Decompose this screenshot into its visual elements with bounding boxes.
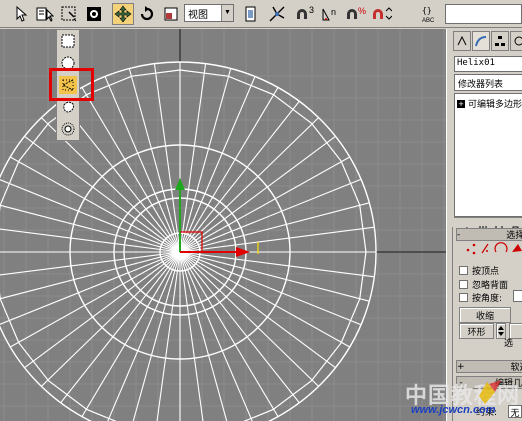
mesh-spoke [179, 87, 279, 253]
mesh-spoke [179, 251, 370, 302]
select-object-icon[interactable] [10, 3, 32, 25]
constraint-label: 约束: [476, 408, 498, 418]
rollout-expand-sign: + [457, 361, 465, 372]
stack-item-editable-poly[interactable]: + 可编辑多边形 [457, 97, 522, 110]
object-name-field[interactable]: Helix01 [454, 56, 522, 72]
by-vertex-checkbox[interactable]: 按顶点 [459, 264, 499, 277]
checkbox-box[interactable] [459, 266, 468, 275]
command-panel: Helix01 修改器列表 + 可编辑多边形 - 选择 [446, 29, 522, 421]
subobject-level-icons [465, 241, 522, 255]
mesh-spoke [0, 228, 181, 253]
pivot-icon[interactable] [240, 3, 262, 25]
mesh-spoke [179, 202, 370, 253]
snap-3d-icon[interactable]: 3 [294, 3, 316, 25]
reference-coordinate-dropdown[interactable]: 视图 ▼ [184, 4, 234, 22]
manipulate-icon[interactable] [266, 3, 288, 25]
stack-item-label: 可编辑多边形 [468, 100, 522, 110]
checkbox-label: 忽略背面 [472, 281, 509, 291]
edge-level-icon [481, 243, 489, 254]
shrink-button[interactable]: 收缩 [459, 307, 511, 323]
mesh-spoke [81, 87, 181, 253]
ring-button-label: 环形 [467, 327, 486, 338]
vertex-level-icon [466, 243, 476, 255]
scale-icon[interactable] [160, 3, 182, 25]
checkbox-box[interactable] [459, 280, 468, 289]
mesh-spoke [81, 251, 181, 417]
svg-text:ABC: ABC [422, 18, 435, 24]
checkbox-label: 按顶点 [472, 267, 500, 277]
modifier-stack: + 可编辑多边形 [454, 93, 522, 217]
mesh-spoke [0, 204, 181, 253]
modify-tab-icon[interactable] [472, 31, 490, 51]
named-selection-set-input[interactable] [445, 4, 522, 24]
rollout-title: 选择 [506, 231, 522, 241]
rotate-icon[interactable] [136, 3, 158, 25]
rollout-collapse-sign: - [457, 229, 461, 240]
gizmo-y-arrow [175, 178, 185, 190]
mesh-spoke [179, 251, 279, 417]
selection-info: 选 [504, 339, 514, 349]
angle-value-input[interactable] [513, 290, 522, 302]
paint-region-icon[interactable] [59, 120, 77, 138]
svg-text:%: % [358, 6, 366, 16]
checkbox-label: 按角度: [472, 294, 503, 304]
shrink-button-label: 收缩 [475, 311, 494, 322]
spinner-snap-icon[interactable] [370, 3, 392, 25]
border-level-icon [494, 242, 508, 253]
highlight-box [49, 68, 94, 101]
rollout-title: 软选 [510, 363, 522, 373]
mesh-spoke [179, 68, 232, 253]
rollout-collapse-sign: - [459, 377, 463, 388]
by-angle-checkbox[interactable]: 按角度: [459, 291, 502, 304]
svg-text:{}: {} [422, 6, 432, 15]
rectangle-region-icon[interactable] [59, 32, 77, 50]
mesh-spoke [179, 251, 319, 387]
mesh-spoke [128, 68, 181, 253]
command-panel-tabs [449, 31, 522, 53]
create-tab-icon[interactable] [453, 31, 471, 51]
svg-text:n: n [331, 7, 336, 17]
select-by-name-icon[interactable] [34, 3, 56, 25]
constraint-dropdown[interactable]: 无 [508, 405, 522, 419]
edit-geometry-rollout-header[interactable]: - 编辑几 [456, 376, 522, 389]
ignore-backfacing-checkbox[interactable]: 忽略背面 [459, 278, 508, 291]
percent-snap-icon[interactable]: % [344, 3, 366, 25]
gizmo-x-arrow [236, 247, 250, 257]
modifier-list-dropdown[interactable]: 修改器列表 [454, 74, 522, 91]
mirror-icon[interactable]: {} ABC [420, 3, 442, 25]
mesh-spoke [0, 251, 181, 276]
perspective-viewport[interactable] [0, 29, 446, 421]
divider [454, 217, 522, 218]
soft-selection-rollout-header[interactable]: + 软选 [456, 360, 522, 373]
panel-scrollbar[interactable] [447, 227, 453, 421]
motion-tab-icon[interactable] [510, 31, 522, 51]
checkbox-box[interactable] [459, 293, 468, 302]
chevron-down-icon: ▼ [221, 5, 233, 21]
rollout-title: 编辑几 [494, 379, 522, 389]
svg-text:3: 3 [309, 5, 314, 15]
mesh-spoke [0, 251, 181, 300]
expand-icon[interactable]: + [457, 99, 465, 108]
hierarchy-tab-icon[interactable] [491, 31, 509, 51]
polygon-level-icon [512, 244, 522, 252]
selection-rollout-header[interactable]: - 选择 [456, 228, 522, 241]
select-filter-icon[interactable] [83, 3, 105, 25]
angle-snap-icon[interactable]: n [320, 3, 342, 25]
ring-button[interactable]: 环形 [459, 323, 494, 339]
region-select-icon[interactable] [58, 3, 80, 25]
mesh-spoke [41, 251, 181, 387]
view-combo-value: 视图 [188, 10, 208, 21]
main-toolbar: 视图 ▼ 3 n % {} ABC [0, 0, 522, 28]
move-icon[interactable] [112, 3, 134, 25]
